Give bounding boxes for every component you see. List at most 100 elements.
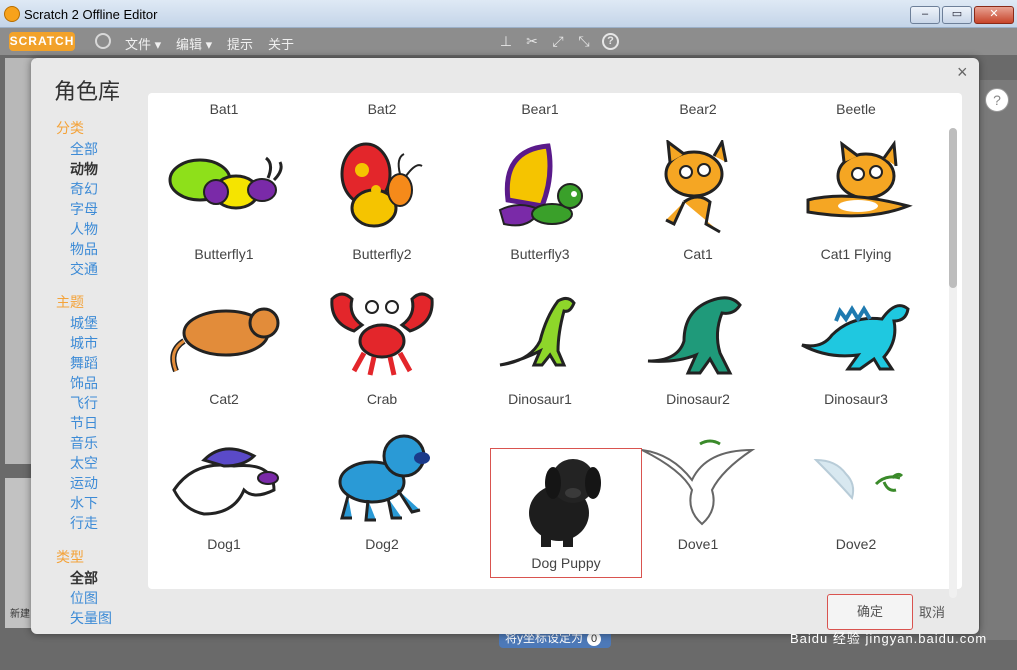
sprite-tile-butterfly3[interactable]: Butterfly3: [464, 136, 616, 266]
sprite-tile-cat1-flying[interactable]: Cat1 Flying: [780, 136, 932, 266]
category-all[interactable]: 全部: [56, 139, 98, 159]
sprite-label: Dinosaur1: [508, 391, 572, 407]
category-fantasy[interactable]: 奇幻: [56, 179, 98, 199]
theme-city[interactable]: 城市: [56, 333, 98, 353]
sprite-tile-bat2[interactable]: Bat2: [306, 93, 458, 121]
sprite-tile-dinosaur2[interactable]: Dinosaur2: [622, 281, 774, 411]
sprite-tile-crab[interactable]: Crab: [306, 281, 458, 411]
theme-flying[interactable]: 飞行: [56, 393, 98, 413]
theme-sports[interactable]: 运动: [56, 473, 98, 493]
help-icon[interactable]: ?: [602, 33, 619, 50]
dialog-title: 角色库: [54, 79, 121, 104]
sprite-tile-butterfly1[interactable]: Butterfly1: [148, 136, 300, 266]
theme-underwater[interactable]: 水下: [56, 493, 98, 513]
sprite-label: Butterfly3: [510, 246, 570, 262]
category-transport[interactable]: 交通: [56, 259, 98, 279]
theme-head: 主题: [56, 294, 84, 310]
minimize-button[interactable]: –: [910, 6, 940, 24]
watermark: Baidu 经验 jingyan.baidu.com: [790, 631, 988, 646]
sprite-tile-cat2[interactable]: Cat2: [148, 281, 300, 411]
sprite-tile-dinosaur3[interactable]: Dinosaur3: [780, 281, 932, 411]
sprite-library-dialog: 角色库 × 分类 全部 动物 奇幻 字母 人物 物品 交通 主题 城堡 城市 舞…: [31, 58, 979, 634]
window-title: Scratch 2 Offline Editor: [24, 7, 158, 22]
type-all[interactable]: 全部: [56, 568, 112, 588]
category-letters[interactable]: 字母: [56, 199, 98, 219]
puppy-icon: [529, 459, 601, 547]
sprite-label: Dog1: [207, 536, 241, 552]
close-window-button[interactable]: ✕: [974, 6, 1014, 24]
sprite-label: Dove2: [835, 536, 877, 552]
theme-music[interactable]: 音乐: [56, 433, 98, 453]
butterfly-icon: [498, 143, 583, 227]
theme-space[interactable]: 太空: [56, 453, 98, 473]
sprite-tile-bear2[interactable]: Bear2: [622, 93, 774, 121]
dove-icon: [813, 458, 904, 501]
dove-icon: [641, 439, 756, 526]
cut-icon[interactable]: ✂: [524, 33, 540, 49]
dog-icon: [338, 434, 430, 522]
maximize-button[interactable]: ▭: [942, 6, 972, 24]
dinosaur-icon: [499, 296, 576, 367]
scratch-logo[interactable]: SCRATCH: [9, 32, 75, 51]
grid-scrollbar[interactable]: [949, 128, 957, 598]
sprite-label: Cat2: [209, 391, 239, 407]
category-things[interactable]: 物品: [56, 239, 98, 259]
shrink-icon[interactable]: ⤡: [576, 33, 592, 49]
crab-icon: [330, 292, 434, 376]
butterfly-icon: [340, 142, 423, 228]
cat-icon: [806, 140, 913, 218]
menu-edit[interactable]: 编辑 ▾: [176, 34, 212, 53]
theme-filter: 主题 城堡 城市 舞蹈 饰品 飞行 节日 音乐 太空 运动 水下 行走: [56, 292, 98, 533]
scroll-thumb[interactable]: [949, 128, 957, 288]
sprite-tile-dog-puppy[interactable]: Dog Puppy: [490, 448, 642, 578]
sprite-label: Dog2: [365, 536, 399, 552]
sprite-label: Dove1: [677, 536, 719, 552]
sprite-label: Crab: [366, 391, 398, 407]
theme-dance[interactable]: 舞蹈: [56, 353, 98, 373]
sprite-label: Beetle: [836, 101, 876, 117]
sprite-label: Dog Puppy: [531, 555, 601, 571]
stamp-icon[interactable]: ⊥: [498, 33, 514, 49]
sprite-label: Bear2: [679, 101, 717, 117]
sprite-tile-dove2[interactable]: Dove2: [780, 426, 932, 556]
ok-button[interactable]: 确定: [827, 594, 913, 630]
help-circle-icon[interactable]: ?: [985, 88, 1009, 112]
menu-about[interactable]: 关于: [268, 34, 294, 53]
sprite-label: Dinosaur2: [666, 391, 730, 407]
type-head: 类型: [56, 549, 84, 565]
cat-icon: [664, 140, 728, 234]
category-people[interactable]: 人物: [56, 219, 98, 239]
menu-file[interactable]: 文件 ▾: [125, 34, 161, 53]
sprite-tile-cat1[interactable]: Cat1: [622, 136, 774, 266]
dialog-close-button[interactable]: ×: [957, 62, 968, 83]
theme-holiday[interactable]: 节日: [56, 413, 98, 433]
sprite-tile-dove1[interactable]: Dove1: [622, 426, 774, 556]
sprite-label: Cat1: [683, 246, 713, 262]
type-bitmap[interactable]: 位图: [56, 588, 112, 608]
theme-castle[interactable]: 城堡: [56, 313, 98, 333]
grow-icon[interactable]: ⤢: [550, 33, 566, 49]
sprite-tile-butterfly2[interactable]: Butterfly2: [306, 136, 458, 266]
type-filter: 类型 全部 位图 矢量图: [56, 547, 112, 628]
sprite-label: Butterfly1: [194, 246, 254, 262]
butterfly-icon: [168, 156, 283, 210]
category-head: 分类: [56, 120, 84, 136]
menu-tips[interactable]: 提示: [227, 34, 253, 53]
cancel-button[interactable]: 取消: [919, 602, 945, 621]
new-sprite-label: 新建: [10, 609, 30, 620]
sprite-tile-dog1[interactable]: Dog1: [148, 426, 300, 556]
sprite-label: Bear1: [521, 101, 559, 117]
sprite-tile-bat1[interactable]: Bat1: [148, 93, 300, 121]
category-filter: 分类 全部 动物 奇幻 字母 人物 物品 交通: [56, 118, 98, 279]
theme-dress-up[interactable]: 饰品: [56, 373, 98, 393]
sprite-tile-beetle[interactable]: Beetle: [780, 93, 932, 121]
sprite-tile-bear1[interactable]: Bear1: [464, 93, 616, 121]
sprite-tile-dog2[interactable]: Dog2: [306, 426, 458, 556]
dinosaur-icon: [801, 304, 910, 371]
dog-icon: [172, 447, 279, 516]
sprite-tile-dinosaur1[interactable]: Dinosaur1: [464, 281, 616, 411]
theme-walking[interactable]: 行走: [56, 513, 98, 533]
type-vector[interactable]: 矢量图: [56, 608, 112, 628]
category-animals[interactable]: 动物: [56, 159, 98, 179]
language-globe-icon[interactable]: [95, 33, 111, 49]
